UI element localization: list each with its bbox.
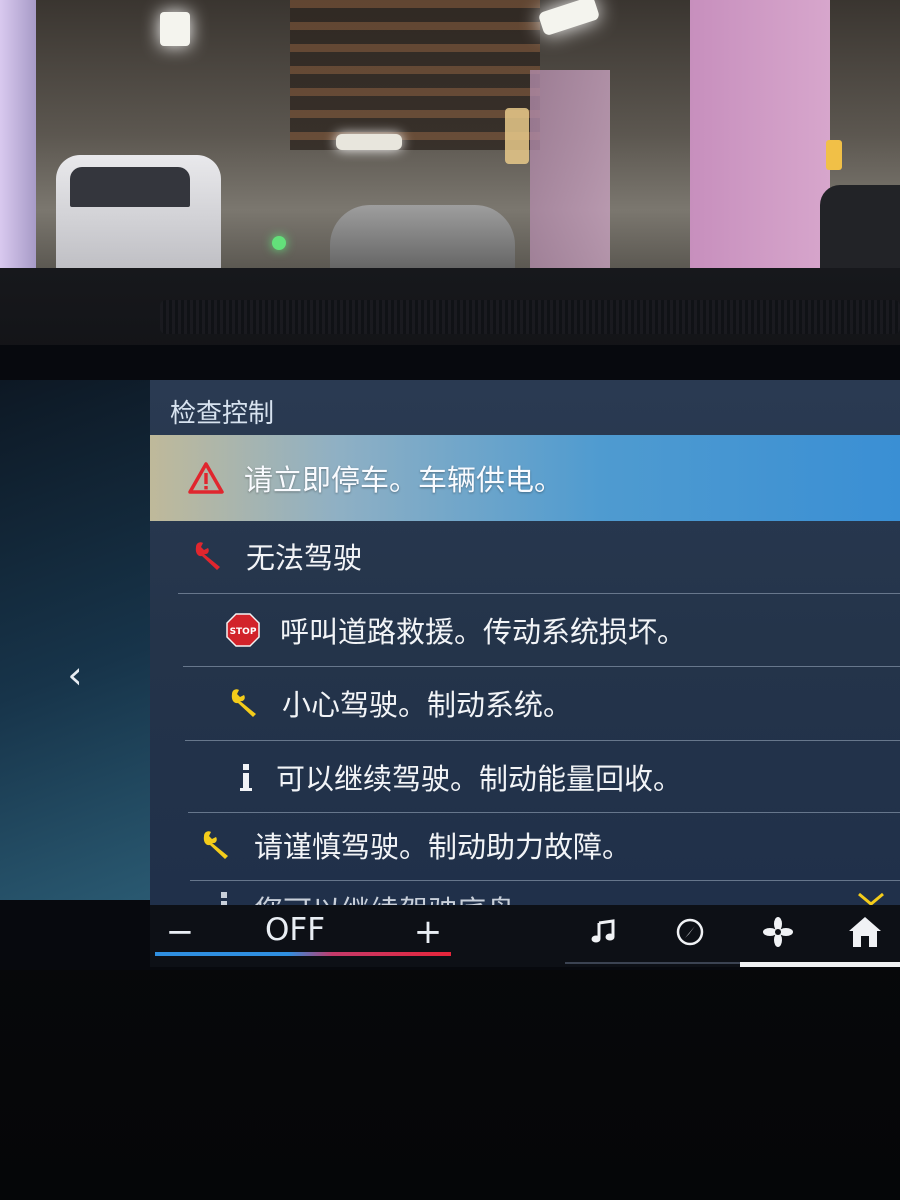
message-row[interactable]: STOP 呼叫道路救援。传动系统损坏。 [150,597,900,663]
info-icon [236,762,256,792]
svg-text:STOP: STOP [230,627,257,637]
home-button[interactable] [843,912,887,956]
row-divider [190,880,900,881]
wrench-red-icon [192,541,226,571]
message-text: 小心驾驶。制动系统。 [282,688,573,722]
climate-value[interactable]: OFF [245,910,345,950]
navigation-icon [675,917,705,951]
message-row-selected[interactable]: 请立即停车。车辆供电。 [150,435,900,521]
message-text: 可以继续驾驶。制动能量回收。 [276,762,683,796]
home-active-indicator [740,962,900,967]
home-icon [847,915,883,953]
wrench-yellow-icon [200,830,234,860]
parked-car [820,185,900,280]
message-text: 呼叫道路救援。传动系统损坏。 [280,615,687,649]
navigation-button[interactable] [668,912,712,956]
row-divider [185,740,900,741]
parked-car [330,205,515,277]
message-text: 请谨慎驾驶。制动助力故障。 [254,830,632,864]
page-title: 检查控制 [170,399,275,429]
fan-icon [763,917,793,951]
temperature-gradient-bar [155,952,451,956]
message-text: 无法驾驶 [246,541,363,575]
back-button[interactable]: ‹ [60,655,90,695]
warning-triangle-icon [188,462,224,494]
parked-car [56,155,221,275]
temperature-increase-button[interactable]: + [410,910,446,954]
message-row[interactable]: 无法驾驶 [150,523,900,589]
message-row[interactable]: 小心驾驶。制动系统。 [150,670,900,736]
message-row[interactable]: 请谨慎驾驶。制动助力故障。 [150,812,900,878]
wrench-yellow-icon [228,688,262,718]
media-button[interactable] [582,912,626,956]
speaker-grille [160,300,900,334]
message-row[interactable]: 可以继续驾驶。制动能量回收。 [150,744,900,810]
row-divider [178,593,900,594]
stop-sign-icon: STOP [226,613,260,647]
temperature-decrease-button[interactable]: − [165,910,195,954]
climate-button[interactable] [756,912,800,956]
background-parking-garage [0,0,900,300]
nav-divider [565,962,740,964]
message-text: 请立即停车。车辆供电。 [244,463,564,497]
row-divider [183,666,900,667]
display-left-panel [0,380,170,900]
music-icon [591,919,617,949]
